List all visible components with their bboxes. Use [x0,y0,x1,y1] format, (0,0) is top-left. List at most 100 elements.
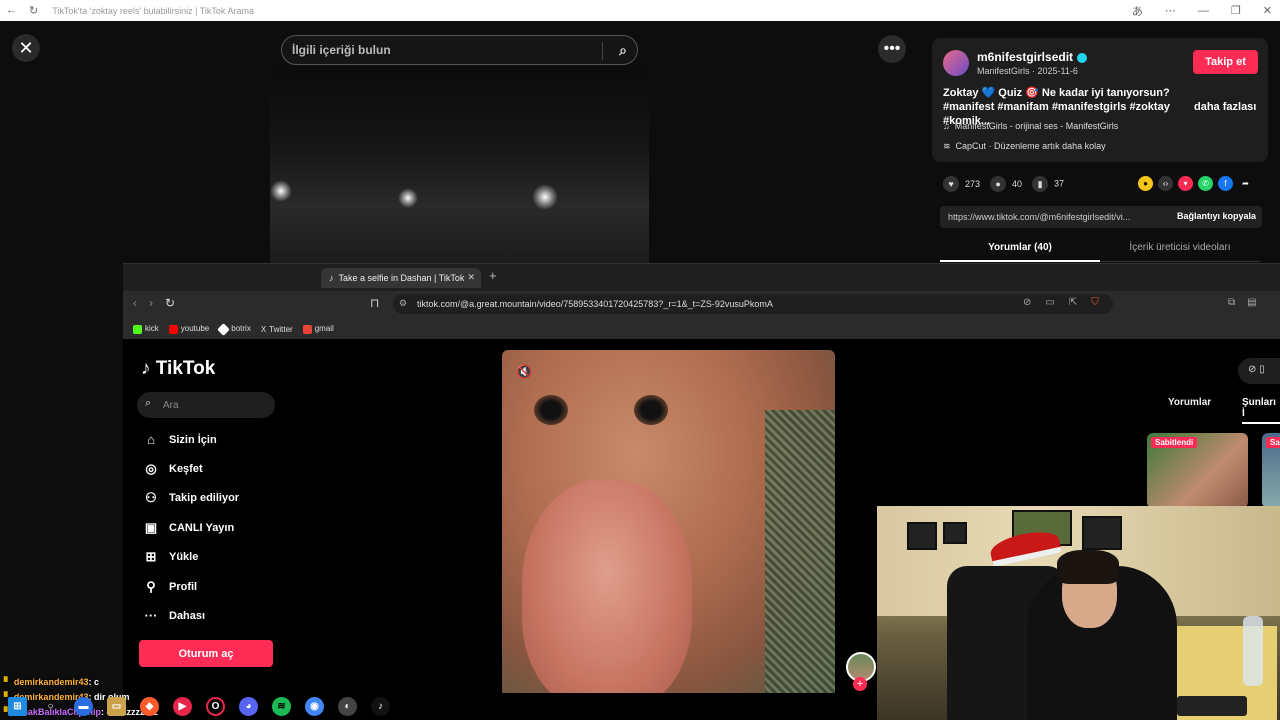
bookmark-botrix[interactable]: botrix [217,322,251,336]
pinned-badge: Sabitlendi [1151,437,1198,448]
author-name[interactable]: m6nifestgirlsedit [977,50,1088,64]
right-toolbar[interactable]: ⊘ ▯ [1238,358,1280,384]
nav-label: Profil [169,581,198,593]
bookmark-page-icon[interactable]: ⊓ [370,296,379,310]
restore-icon[interactable]: ❐ [1231,4,1241,17]
nav-upload[interactable]: ⊞ Yükle [142,549,199,565]
no-tracking-icon[interactable]: ⊘ [1023,297,1031,308]
brave-icon[interactable]: ◆ [140,697,159,716]
chat-badge-icon: ▘ [4,677,11,687]
login-button[interactable]: Oturum aç [139,640,273,667]
webcam-bottle [1243,616,1263,686]
taskbar: ⊞ ○ ▬ ▭ ◆ ▶ O ◕ ≋ ◉ ◐ ♪ [0,693,877,720]
inner-tab[interactable]: ♪ Take a selfie in Dashan | TikTok ✕ [321,268,481,288]
background-video[interactable] [270,70,649,265]
capcut-info[interactable]: ≋ CapCut · Düzenleme artık daha kolay [943,141,1106,152]
save-action[interactable]: ▮ 37 [1032,176,1064,192]
show-more-link[interactable]: daha fazlası [1194,101,1256,113]
more-options-button[interactable]: ••• [878,35,906,63]
search-icon[interactable]: ⌕ [619,42,627,59]
tiktok-search-input[interactable]: ⌕ Ara [137,392,275,418]
tiktok-taskbar-icon[interactable]: ♪ [371,697,390,716]
menu-icon[interactable]: ⋯ [1165,4,1176,17]
outer-back-icon[interactable]: ← [6,4,17,17]
sidebar-icon[interactable]: ▤ [1247,297,1256,308]
windows-start-icon[interactable]: ⊞ [8,697,27,716]
translate-icon[interactable]: あ [1132,3,1143,19]
reload-icon[interactable]: ↻ [165,296,175,310]
related-video-thumbnail[interactable]: Sa [1262,433,1280,508]
nav-explore[interactable]: ◎ Keşfet [142,461,202,477]
tab-sunlari[interactable]: Şunları İ [1242,397,1280,424]
like-action[interactable]: ♥ 273 [943,176,980,192]
nav-profile[interactable]: ⚲ Profil [142,579,197,595]
author-avatar[interactable] [943,50,969,76]
window-close-icon[interactable]: ✕ [1263,4,1272,17]
tab-yorumlar[interactable]: Yorumlar [1168,397,1211,408]
related-video-thumbnail[interactable]: Sabitlendi [1147,433,1248,508]
bookmark-label: botrix [231,324,251,334]
bookmark-youtube[interactable]: youtube [168,324,209,334]
nav-following[interactable]: ⚇ Takip ediliyor [142,490,239,506]
brave-shield-icon[interactable]: ⛉ [1091,297,1099,308]
bookmark-kick[interactable]: kick [133,324,159,334]
address-bar[interactable]: ⚙ tiktok.com/@a.great.mountain/video/758… [393,294,1113,314]
follow-plus-icon[interactable]: + [853,677,867,691]
author-meta: ManifestGirls · 2025-11-6 [977,66,1078,76]
opera-icon[interactable]: O [206,697,225,716]
comment-action[interactable]: ● 40 [990,176,1022,192]
outer-reload-icon[interactable]: ↻ [29,4,38,17]
new-tab-icon[interactable]: + [489,268,497,283]
bookmarks-bar: kick youtube botrix X Twitter gmail [123,319,1280,339]
bookmark-gmail[interactable]: gmail [302,324,334,334]
share-arrow-icon[interactable]: ➦ [1238,176,1253,191]
coin-icon[interactable]: ● [1138,176,1153,191]
follow-button[interactable]: Takip et [1193,50,1258,74]
facebook-icon[interactable]: f [1218,176,1233,191]
folder-icon[interactable]: ▭ [107,697,126,716]
main-video[interactable] [502,350,835,693]
bookmark-twitter[interactable]: X Twitter [261,325,293,334]
chat-message: ▘ demirkandemir43: c [4,677,99,688]
live-icon: ▣ [144,520,158,535]
send-icon[interactable]: ▾ [1178,176,1193,191]
spotify-icon[interactable]: ≋ [272,697,291,716]
extensions-icon[interactable]: ⧉ [1228,297,1235,308]
nav-label: Yükle [169,551,199,563]
nav-live[interactable]: ▣ CANLI Yayın [142,520,234,536]
obs-icon[interactable]: ◐ [338,697,357,716]
search-icon[interactable]: ○ [41,697,60,716]
embed-icon[interactable]: ‹› [1158,176,1173,191]
related-search-input[interactable]: İlgili içeriği bulun ⌕ [281,35,638,65]
monkey-eye [634,395,668,425]
whatsapp-icon[interactable]: ✆ [1198,176,1213,191]
address-bar-actions: ⊘ ▭ ⇱ ⛉ [1023,297,1099,308]
minimize-icon[interactable]: — [1198,5,1209,17]
upload-icon: ⊞ [145,549,157,564]
tiktok-logo[interactable]: ♪ TikTok [141,358,215,380]
tab-close-icon[interactable]: ✕ [467,272,475,283]
music-info[interactable]: ♫ ManifestGirls - orijinal ses - Manifes… [943,121,1118,131]
discord-icon[interactable]: ◕ [239,697,258,716]
close-button[interactable]: ✕ [12,34,40,62]
more-icon: ··· [144,608,158,623]
app-icon[interactable]: ▬ [74,697,93,716]
tab-creator-videos[interactable]: İçerik üreticisi videoları [1100,238,1260,262]
back-icon[interactable]: ‹ [133,296,137,310]
forward-icon[interactable]: › [149,296,153,310]
profile-icon: ⚲ [146,579,156,594]
muted-icon[interactable]: 🔇 [516,364,532,380]
site-info-icon[interactable]: ⚙ [399,298,407,309]
cast-icon[interactable]: ▭ [1045,297,1054,308]
media-player-icon[interactable]: ▶ [173,697,192,716]
nav-for-you[interactable]: ⌂ Sizin İçin [142,432,217,447]
nav-more[interactable]: ··· Dahası [142,608,206,623]
save-count: 37 [1054,178,1065,189]
chrome-icon[interactable]: ◉ [305,697,324,716]
tab-comments[interactable]: Yorumlar (40) [940,238,1100,262]
monkey-nose [522,480,692,693]
share-page-icon[interactable]: ⇱ [1069,297,1077,308]
copy-link-button[interactable]: Bağlantıyı kopyala [1177,211,1256,221]
botrix-icon [217,322,231,336]
nav-label: Sizin İçin [169,433,217,446]
